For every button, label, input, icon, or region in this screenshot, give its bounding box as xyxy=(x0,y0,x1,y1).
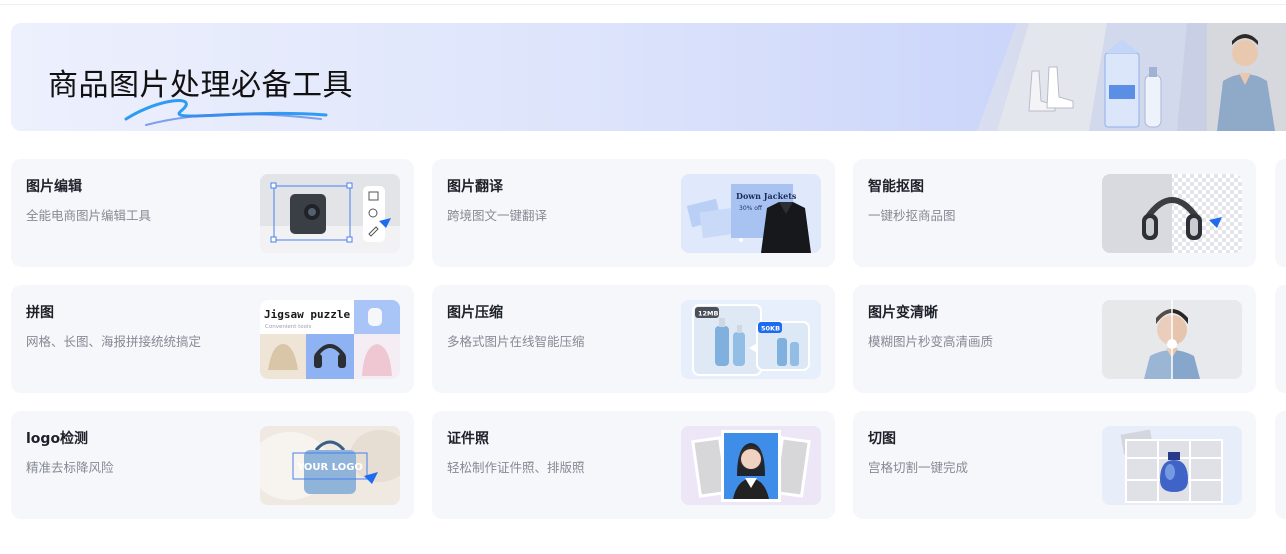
tool-description: 宫格切割一键完成 xyxy=(868,460,969,475)
id-photo-thumbnail xyxy=(681,426,821,505)
tool-title: 图片翻译 xyxy=(447,179,503,195)
tool-title: logo检测 xyxy=(26,431,89,447)
tool-description: 精准去标降风险 xyxy=(26,460,114,475)
enhance-thumbnail xyxy=(1102,300,1242,379)
collage-thumbnail: Jigsaw puzzle Convenient tools xyxy=(260,300,400,379)
next-card-edge xyxy=(1275,411,1286,519)
tool-card-image-edit[interactable]: 图片编辑 全能电商图片编辑工具 xyxy=(11,159,414,267)
tool-title: 图片变清晰 xyxy=(868,305,938,321)
tool-title: 切图 xyxy=(868,431,896,447)
next-card-edge xyxy=(1275,159,1286,267)
tool-card-image-translate[interactable]: 图片翻译 跨境图文一键翻译 Down Jackets 30% off xyxy=(432,159,835,267)
banner-title: 商品图片处理必备工具 xyxy=(48,68,353,103)
collage-thumb-subtext: Convenient tools xyxy=(265,324,312,330)
collage-thumb-text: Jigsaw puzzle xyxy=(264,308,350,321)
translate-thumb-text: Down Jackets xyxy=(736,191,797,201)
tool-description: 轻松制作证件照、排版照 xyxy=(447,460,585,475)
tool-title: 证件照 xyxy=(447,431,489,447)
tool-description: 多格式图片在线智能压缩 xyxy=(447,334,585,349)
compress-thumbnail: 12MB 50KB xyxy=(681,300,821,379)
tool-title: 拼图 xyxy=(26,305,54,321)
tool-card-enhance[interactable]: 图片变清晰 模糊图片秒变高清画质 xyxy=(853,285,1256,393)
tool-title: 图片压缩 xyxy=(447,305,503,321)
tool-description: 模糊图片秒变高清画质 xyxy=(868,334,994,349)
next-card-edge xyxy=(1275,285,1286,393)
size-before-badge: 12MB xyxy=(698,310,719,318)
tool-card-collage[interactable]: 拼图 网格、长图、海报拼接统统搞定 Jigsaw puzzle Convenie… xyxy=(11,285,414,393)
product-collage-image xyxy=(977,23,1286,131)
tool-title: 图片编辑 xyxy=(26,179,82,195)
tool-description: 全能电商图片编辑工具 xyxy=(26,208,152,223)
tool-card-cutout[interactable]: 智能抠图 一键秒抠商品图 xyxy=(853,159,1256,267)
size-after-badge: 50KB xyxy=(761,325,780,333)
logo-thumb-text: YOUR LOGO xyxy=(296,462,363,473)
tool-description: 一键秒抠商品图 xyxy=(868,208,956,223)
tool-card-slice[interactable]: 切图 宫格切割一键完成 xyxy=(853,411,1256,519)
image-edit-thumbnail xyxy=(260,174,400,253)
tool-card-logo-detect[interactable]: logo检测 精准去标降风险 YOUR LOGO xyxy=(11,411,414,519)
logo-detect-thumbnail: YOUR LOGO xyxy=(260,426,400,505)
tool-description: 跨境图文一键翻译 xyxy=(447,208,548,223)
tool-card-compress[interactable]: 图片压缩 多格式图片在线智能压缩 12MB 50KB xyxy=(432,285,835,393)
slice-thumbnail xyxy=(1102,426,1242,505)
cutout-thumbnail xyxy=(1102,174,1242,253)
tool-card-id-photo[interactable]: 证件照 轻松制作证件照、排版照 xyxy=(432,411,835,519)
tool-title: 智能抠图 xyxy=(868,179,924,195)
translate-thumb-subtext: 30% off xyxy=(739,205,763,212)
top-divider xyxy=(0,4,1286,5)
hero-banner: 商品图片处理必备工具 xyxy=(11,23,1286,131)
image-translate-thumbnail: Down Jackets 30% off xyxy=(681,174,821,253)
tool-description: 网格、长图、海报拼接统统搞定 xyxy=(26,334,202,349)
